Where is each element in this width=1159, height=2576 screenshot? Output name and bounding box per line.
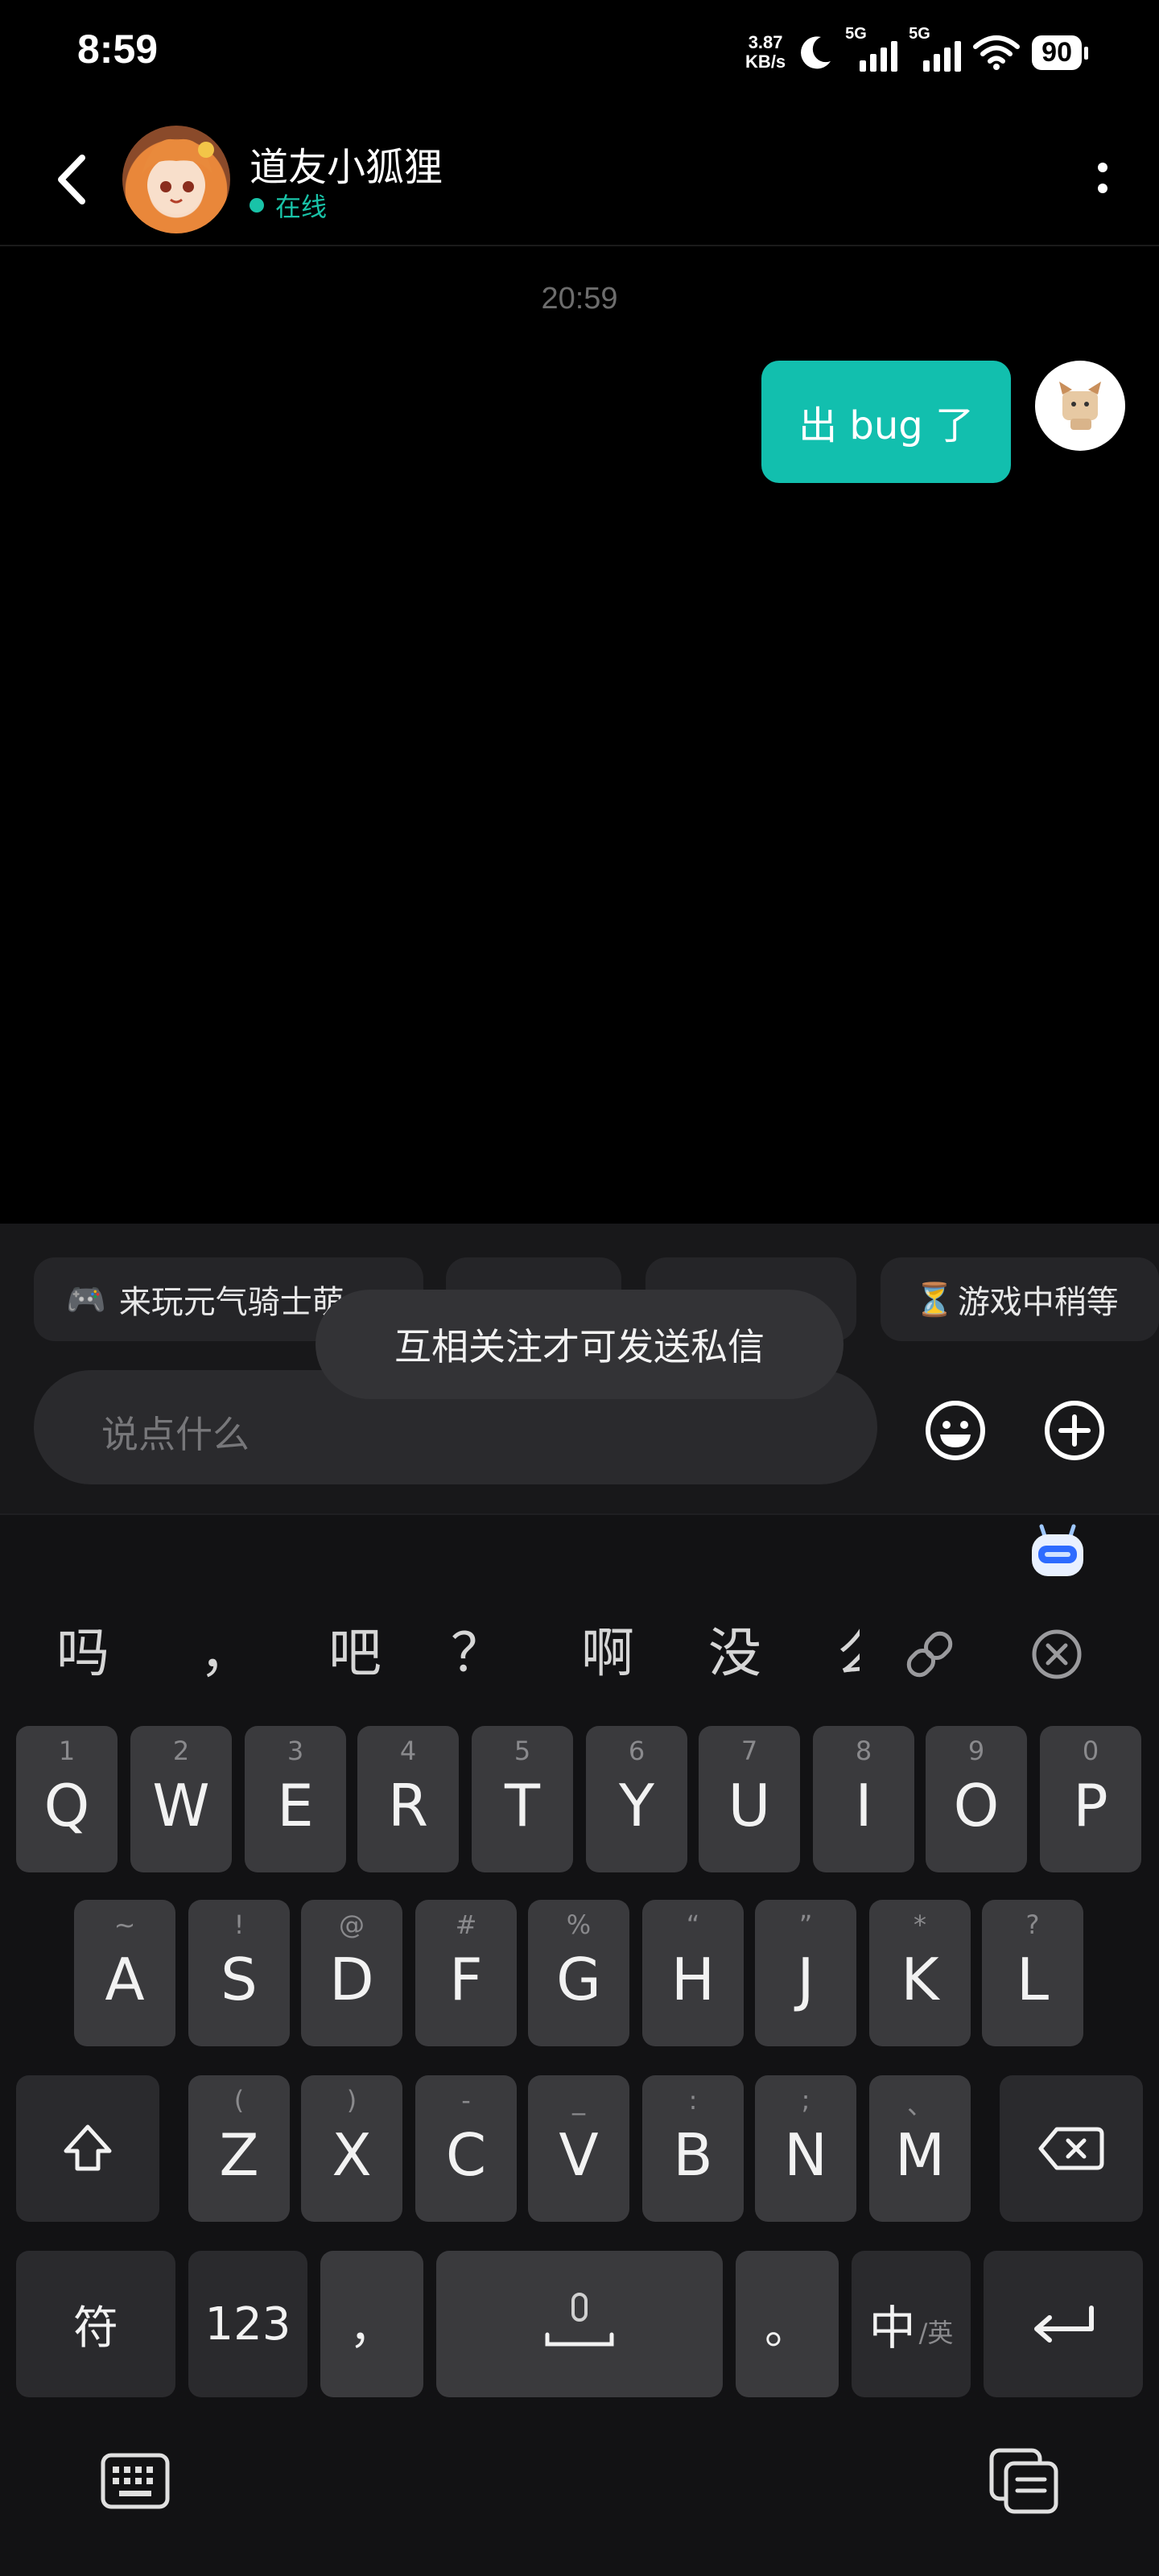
candidate-word[interactable]: ， bbox=[200, 1610, 253, 1687]
signal-2-icon: 5G bbox=[909, 25, 962, 72]
period-key[interactable]: 。 bbox=[736, 2251, 839, 2397]
key-s[interactable]: ! S bbox=[188, 1900, 290, 2046]
key-i[interactable]: 8I bbox=[813, 1726, 914, 1872]
contact-avatar[interactable] bbox=[122, 126, 230, 233]
enter-icon bbox=[1034, 2306, 1094, 2343]
my-avatar[interactable] bbox=[1035, 361, 1125, 451]
numbers-key[interactable]: 123 bbox=[188, 2251, 307, 2397]
key-q[interactable]: 1Q bbox=[16, 1726, 118, 1872]
backspace-key[interactable] bbox=[1000, 2075, 1143, 2222]
quick-chip[interactable]: ⏳ 游戏中稍等 bbox=[881, 1257, 1159, 1341]
candidate-word[interactable]: 啊 bbox=[581, 1610, 634, 1687]
key-j[interactable]: ” J bbox=[755, 1900, 856, 2046]
candidate-word[interactable]: 吧 bbox=[328, 1610, 382, 1687]
comma-key[interactable]: ， bbox=[320, 2251, 423, 2397]
keyboard-hide-icon[interactable] bbox=[100, 2452, 171, 2510]
more-vertical-icon[interactable] bbox=[1095, 158, 1111, 198]
message-bubble-sent[interactable]: 出 bug 了 bbox=[761, 361, 1011, 483]
key-o[interactable]: 9O bbox=[926, 1726, 1027, 1872]
emoji-icon[interactable] bbox=[924, 1399, 987, 1462]
shift-icon bbox=[64, 2124, 112, 2171]
language-switch-key[interactable]: 中/英 bbox=[852, 2251, 971, 2397]
wifi-icon bbox=[973, 35, 1021, 70]
key-x[interactable]: ) X bbox=[301, 2075, 402, 2222]
battery-indicator: 90 bbox=[1032, 35, 1088, 70]
key-n[interactable]: ; N bbox=[755, 2075, 856, 2222]
network-speed: 3.87 KB/s bbox=[745, 32, 786, 72]
clock: 8:59 bbox=[77, 27, 159, 72]
key-d[interactable]: @ D bbox=[301, 1900, 402, 2046]
key-l[interactable]: ? L bbox=[982, 1900, 1083, 2046]
message-timestamp: 20:59 bbox=[541, 282, 618, 316]
key-v[interactable]: _ V bbox=[528, 2075, 629, 2222]
moon-icon bbox=[801, 36, 831, 69]
key-t[interactable]: 5T bbox=[472, 1726, 573, 1872]
signal-1-icon: 5G bbox=[845, 25, 898, 72]
status-icons: 3.87 KB/s 5G 5G 90 bbox=[745, 24, 1088, 80]
robot-assistant-icon[interactable] bbox=[1027, 1518, 1088, 1579]
key-r[interactable]: 4R bbox=[357, 1726, 459, 1872]
key-e[interactable]: 3E bbox=[245, 1726, 346, 1872]
key-m[interactable]: 、 M bbox=[869, 2075, 971, 2222]
shift-key[interactable] bbox=[16, 2075, 159, 2222]
candidate-word[interactable]: 么 bbox=[837, 1610, 860, 1687]
status-bar: 8:59 3.87 KB/s 5G 5G 90 bbox=[0, 0, 1159, 105]
key-f[interactable]: # F bbox=[415, 1900, 517, 2046]
clipboard-icon[interactable] bbox=[988, 2447, 1061, 2515]
chat-header: 道友小狐狸 在线 bbox=[0, 113, 1159, 246]
enter-key[interactable] bbox=[984, 2251, 1143, 2397]
key-p[interactable]: 0P bbox=[1040, 1726, 1141, 1872]
toast-message: 互相关注才可发送私信 bbox=[316, 1290, 843, 1399]
candidate-word[interactable]: 没 bbox=[708, 1610, 761, 1687]
online-dot-icon bbox=[250, 198, 264, 213]
candidate-bar: 吗 ， 吧 ？ 啊 没 么 bbox=[0, 1610, 1159, 1707]
symbols-key[interactable]: 符 bbox=[16, 2251, 175, 2397]
link-icon[interactable] bbox=[901, 1626, 958, 1682]
candidate-word[interactable]: ？ bbox=[451, 1610, 504, 1687]
key-h[interactable]: “H bbox=[642, 1900, 744, 2046]
space-key[interactable] bbox=[436, 2251, 723, 2397]
plus-circle-icon[interactable] bbox=[1043, 1399, 1106, 1462]
key-y[interactable]: 6Y bbox=[586, 1726, 687, 1872]
key-g[interactable]: % G bbox=[528, 1900, 629, 2046]
key-u[interactable]: 7U bbox=[699, 1726, 800, 1872]
contact-name: 道友小狐狸 bbox=[250, 145, 443, 190]
close-circle-icon[interactable] bbox=[1029, 1626, 1085, 1682]
key-b[interactable]: :B bbox=[642, 2075, 744, 2222]
microphone-icon bbox=[545, 2293, 614, 2347]
key-a[interactable]: ~ A bbox=[74, 1900, 175, 2046]
key-k[interactable]: * K bbox=[869, 1900, 971, 2046]
key-w[interactable]: 2W bbox=[130, 1726, 232, 1872]
key-z[interactable]: (Z bbox=[188, 2075, 290, 2222]
message-input-placeholder: 说点什么 bbox=[101, 1413, 250, 1456]
back-arrow-icon[interactable] bbox=[48, 151, 97, 208]
backspace-icon bbox=[1038, 2127, 1104, 2170]
key-c[interactable]: -C bbox=[415, 2075, 517, 2222]
candidate-word[interactable]: 吗 bbox=[56, 1610, 109, 1687]
online-status: 在线 bbox=[250, 187, 327, 224]
